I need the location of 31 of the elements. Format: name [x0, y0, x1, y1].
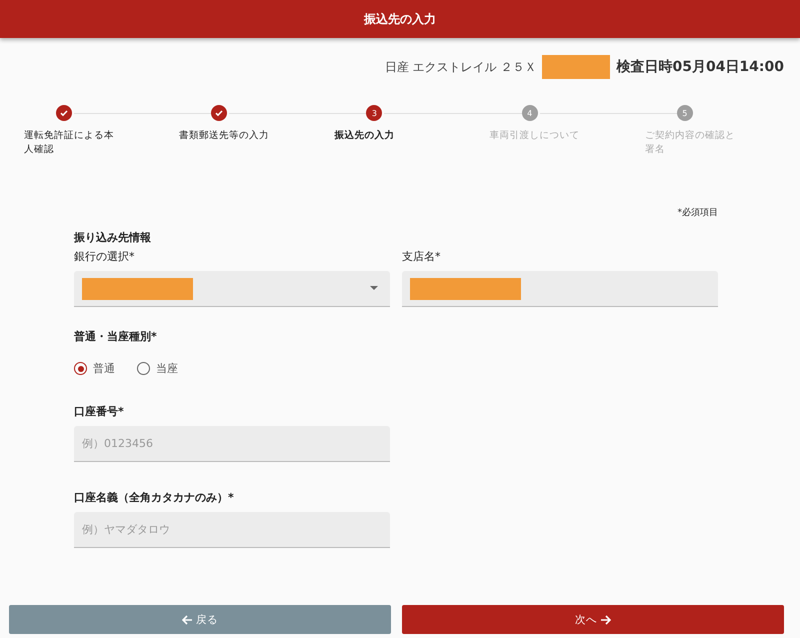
- radio-option[interactable]: 普通: [74, 361, 115, 376]
- section-title: 振り込み先情報: [74, 230, 152, 245]
- input-field[interactable]: 例）ヤマダタロウ: [74, 512, 390, 548]
- radio-button[interactable]: [137, 362, 150, 375]
- field-label: 銀行の選択*: [74, 249, 136, 265]
- field-label: 口座名義（全角カタカナのみ）*: [74, 490, 235, 506]
- caret-icon: [370, 286, 378, 290]
- radio-button[interactable]: [74, 362, 87, 375]
- step-number: 4: [522, 105, 538, 121]
- step-number: 3: [366, 105, 382, 121]
- select-field[interactable]: [74, 271, 390, 307]
- step-label: 車両引渡しについて: [490, 129, 581, 143]
- arrow-left-icon: [182, 614, 193, 624]
- step-label: ご契約内容の確認と署名: [644, 129, 735, 157]
- inspection-datetime: 検査日時05月04日14:00: [616, 58, 784, 76]
- step-label: 書類郵送先等の入力: [179, 129, 270, 143]
- input-field[interactable]: 例）0123456: [74, 426, 390, 462]
- input-field[interactable]: [402, 271, 718, 307]
- page-title: 振込先の入力: [364, 10, 436, 28]
- field-label: 口座番号*: [74, 404, 125, 420]
- redaction-mark: [542, 55, 610, 79]
- step-label: 運転免許証による本人確認: [24, 129, 114, 157]
- field-label: 支店名*: [402, 249, 442, 265]
- next-button[interactable]: 次へ: [402, 605, 784, 634]
- step-label: 振込先の入力: [334, 129, 396, 143]
- required-note: *必須項目: [676, 206, 718, 218]
- step-number: 5: [676, 105, 693, 121]
- vehicle-name: 日産 エクストレイル ２５Ｘ: [384, 58, 536, 76]
- field-label: 普通・当座種別*: [74, 329, 158, 345]
- arrow-right-icon: [600, 614, 611, 624]
- radio-option[interactable]: 当座: [137, 361, 178, 376]
